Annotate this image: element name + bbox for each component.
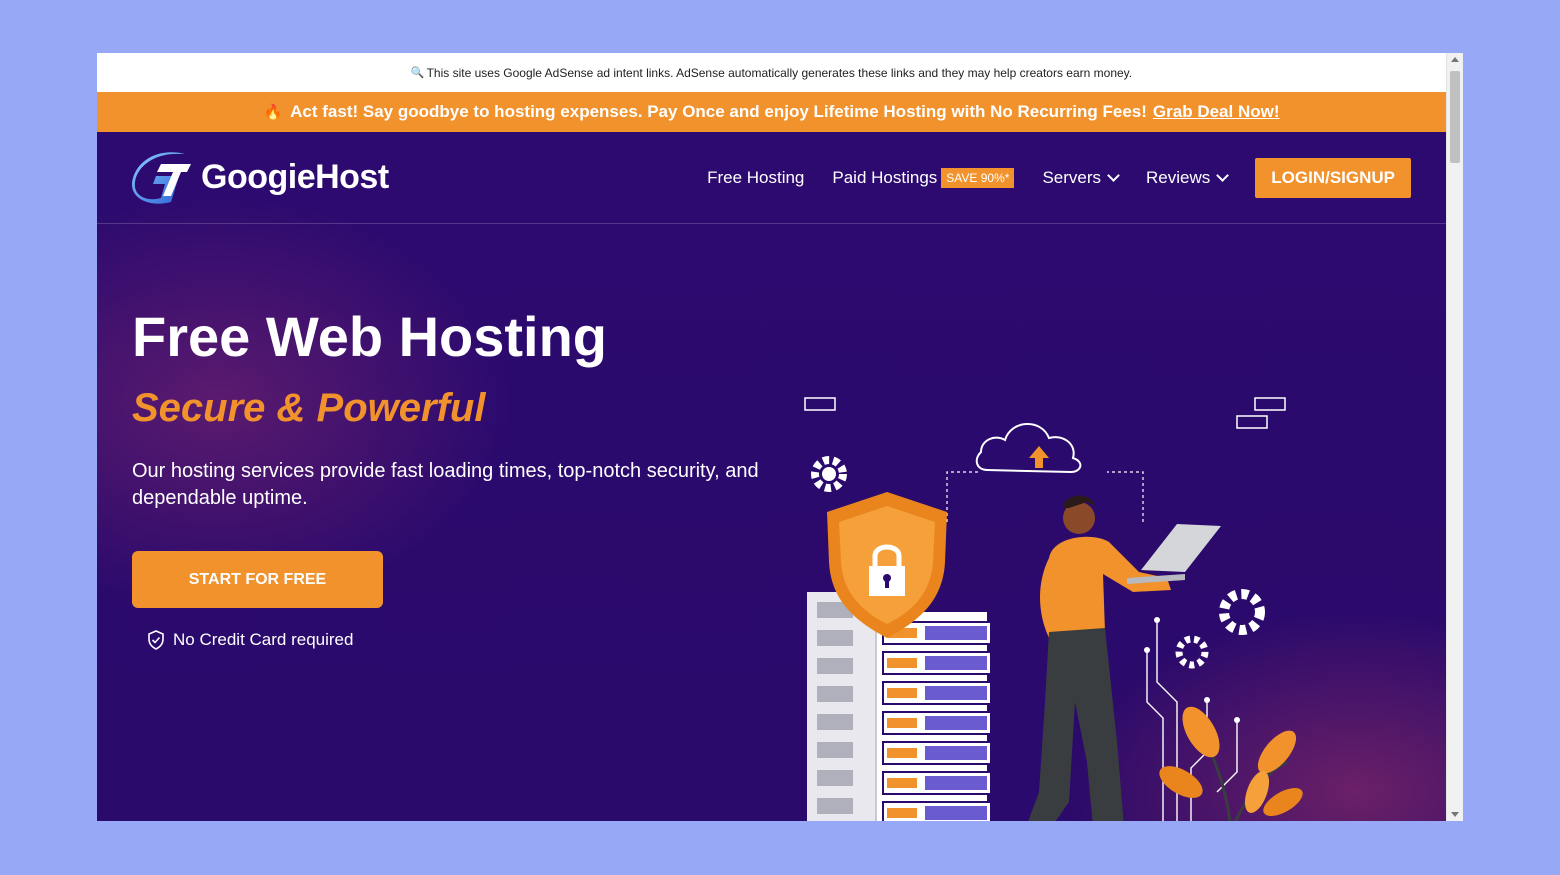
grab-deal-link[interactable]: Grab Deal Now! (1153, 102, 1280, 122)
nav-free-hosting[interactable]: Free Hosting (707, 168, 804, 188)
chevron-down-icon (1216, 168, 1230, 182)
scroll-down-arrow-icon[interactable] (1451, 812, 1459, 817)
adsense-notice-bar: 🔍 This site uses Google AdSense ad inten… (97, 53, 1446, 92)
hero-description: Our hosting services provide fast loadin… (132, 460, 759, 509)
promo-text: Act fast! Say goodbye to hosting expense… (290, 102, 1147, 121)
scroll-up-arrow-icon[interactable] (1451, 57, 1459, 62)
nav-reviews[interactable]: Reviews (1146, 167, 1230, 188)
login-signup-button[interactable]: LOGIN/SIGNUP (1255, 157, 1411, 198)
search-icon: 🔍 (410, 67, 425, 79)
shield-check-icon (148, 630, 164, 650)
start-for-free-button[interactable]: START FOR FREE (132, 551, 383, 608)
browser-window: 🔍 This site uses Google AdSense ad inten… (97, 53, 1463, 821)
nav-servers-label: Servers (1042, 167, 1102, 187)
save-badge: SAVE 90%* (941, 167, 1015, 188)
logo-icon (131, 152, 191, 204)
nav-paid-hostings[interactable]: Paid Hostings SAVE 90%* (832, 167, 1015, 188)
chevron-down-icon (1107, 168, 1120, 182)
no-credit-card-text: No Credit Card required (173, 630, 354, 649)
nav-links: Free Hosting Paid Hostings SAVE 90%* Ser… (707, 132, 1446, 223)
nav-reviews-label: Reviews (1146, 167, 1211, 187)
fire-icon: 🔥 (263, 104, 283, 121)
brand-name: GoogieHost (201, 157, 389, 196)
hosting-illustration (804, 397, 1303, 821)
promo-banner: 🔥 Act fast! Say goodbye to hosting expen… (97, 92, 1446, 132)
nav-paid-hostings-label: Paid Hostings (832, 167, 938, 187)
nav-servers[interactable]: Servers (1042, 167, 1120, 188)
logo[interactable]: GoogieHost (131, 150, 389, 204)
main-nav: GoogieHost Free Hosting Paid Hostings SA… (97, 132, 1446, 224)
no-credit-card-note: No Credit Card required (147, 630, 353, 650)
scrollbar-thumb[interactable] (1450, 71, 1460, 163)
hero-section: GoogieHost Free Hosting Paid Hostings SA… (97, 132, 1446, 821)
vertical-scrollbar[interactable] (1446, 53, 1463, 821)
hero-subtitle: Secure & Powerful (132, 386, 486, 430)
adsense-notice-text: This site uses Google AdSense ad intent … (426, 65, 1133, 80)
hero-title: Free Web Hosting (132, 305, 608, 368)
